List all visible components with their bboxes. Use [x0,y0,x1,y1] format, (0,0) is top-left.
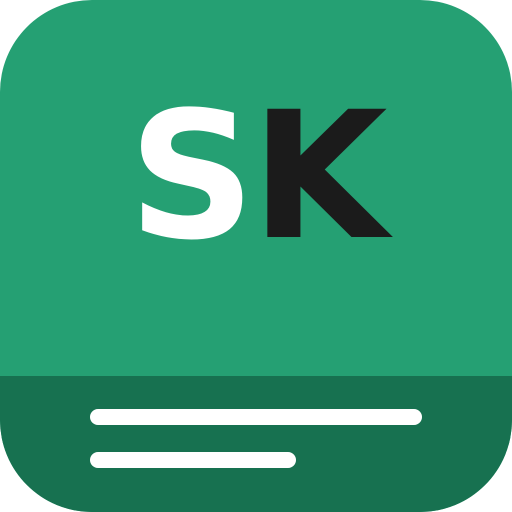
text-line-icon [90,409,422,425]
text-line-icon [90,452,296,468]
app-icon[interactable]: SK [0,0,512,512]
monogram-letter-s: S [128,74,255,279]
bottom-band [0,376,512,512]
monogram-logo: SK [0,82,512,272]
monogram-letter-k: K [251,74,387,279]
